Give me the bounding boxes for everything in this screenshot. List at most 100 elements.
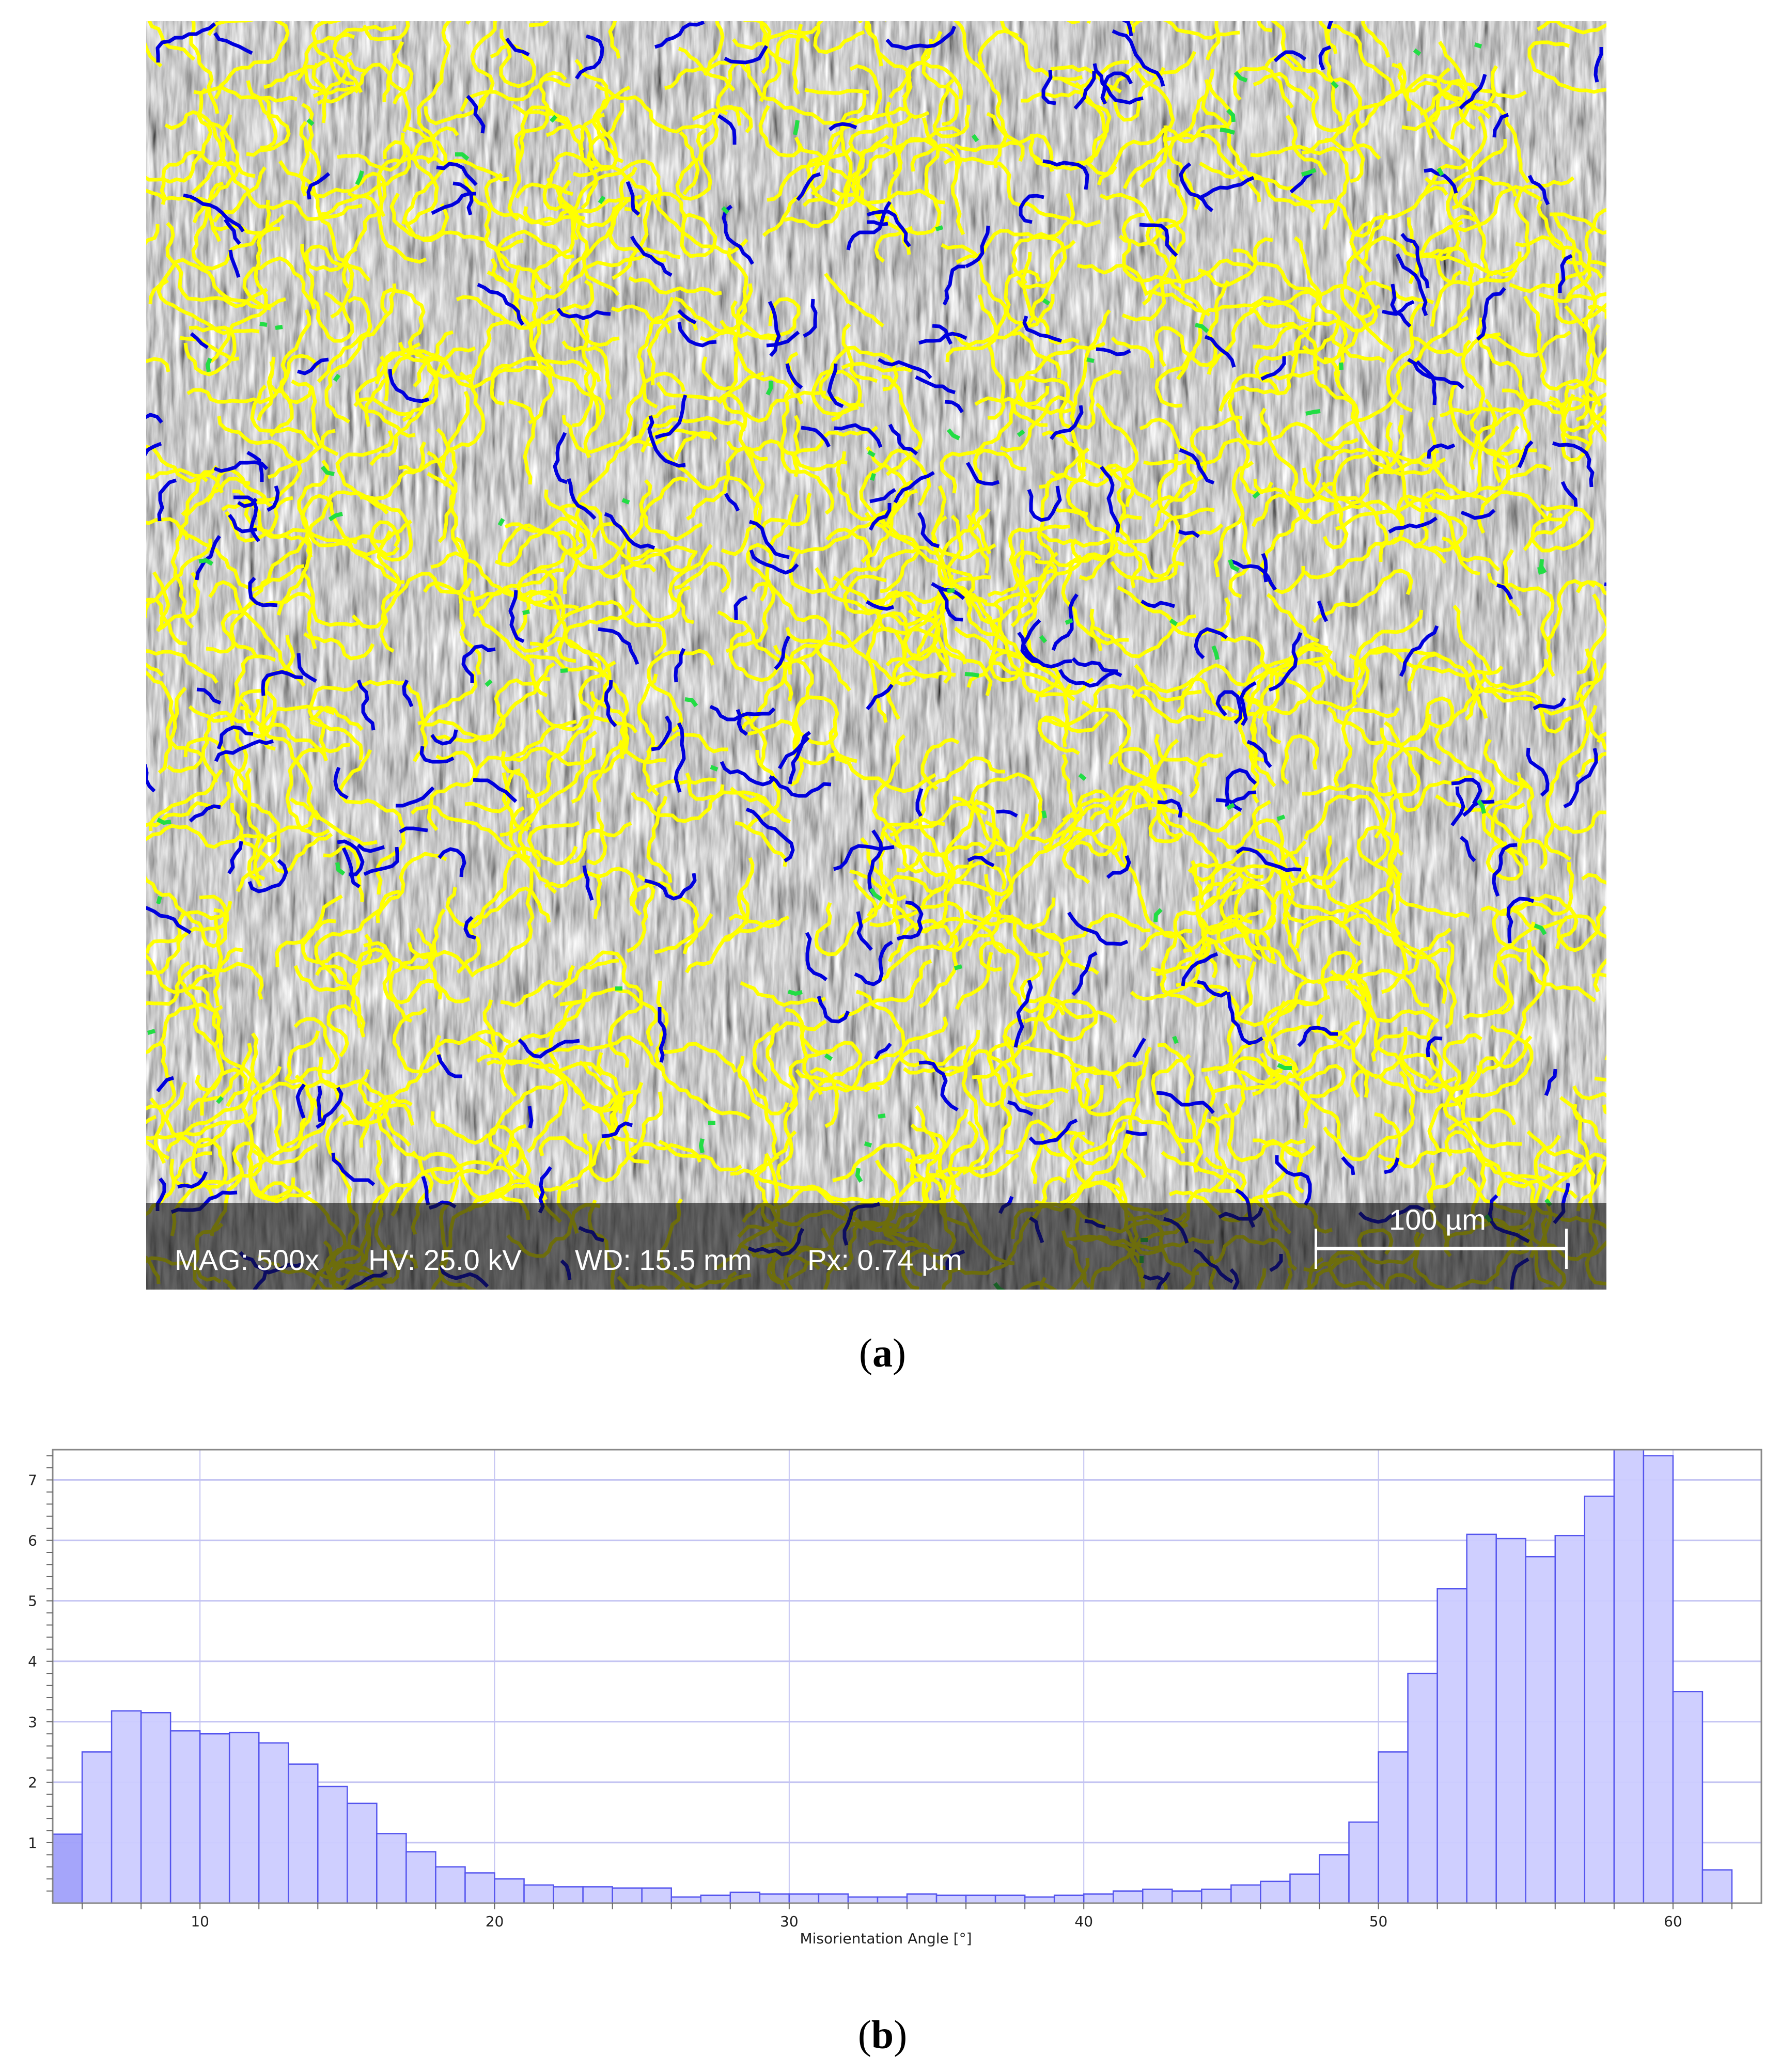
voltage-label: HV: 25.0 kV — [368, 1244, 522, 1276]
caption-a-letter: a — [872, 1330, 893, 1375]
histogram-bar — [612, 1887, 643, 1904]
other-boundary — [699, 1138, 705, 1153]
histogram-bar — [435, 1866, 466, 1904]
other-boundary — [621, 498, 630, 505]
histogram-bar — [228, 1732, 260, 1904]
low-angle-boundary — [527, 1106, 534, 1128]
scale-bar-left-tick — [1315, 1229, 1317, 1269]
histogram-bar — [288, 1763, 319, 1904]
histogram-bar — [347, 1802, 378, 1904]
histogram-bar — [111, 1710, 142, 1904]
histogram-bar — [317, 1785, 348, 1904]
pixel-size-label: Px: 0.74 µm — [807, 1244, 962, 1276]
histogram-bar — [1112, 1890, 1144, 1904]
micrograph-image — [146, 21, 1606, 1290]
histogram-bar — [81, 1751, 113, 1904]
histogram-bar — [1348, 1821, 1379, 1904]
other-boundary — [878, 1113, 886, 1119]
other-boundary — [954, 964, 963, 970]
histogram-bar — [405, 1851, 436, 1904]
histogram-bar — [1554, 1534, 1586, 1904]
histogram-bar — [1289, 1873, 1320, 1904]
histogram-bar — [1584, 1495, 1615, 1904]
other-boundary — [1065, 618, 1073, 625]
other-boundary — [1172, 1035, 1179, 1044]
histogram-bar — [464, 1872, 495, 1904]
histogram-bar — [1053, 1894, 1085, 1904]
misorientation-histogram: 10 20 30 40 50 60 1 2 3 4 5 6 7 Misorientation Angle… — [28, 1449, 1762, 1947]
histogram-bar — [906, 1893, 938, 1904]
histogram-bar — [1378, 1751, 1409, 1904]
histogram-bar — [935, 1894, 967, 1904]
other-boundary — [870, 473, 876, 481]
low-angle-boundary — [316, 1086, 322, 1122]
histogram-bar — [1024, 1896, 1055, 1904]
x-tick-label: 10 — [191, 1913, 209, 1930]
histogram-bar — [1230, 1884, 1261, 1904]
scale-bar — [1316, 1247, 1567, 1250]
histogram-bar — [994, 1894, 1026, 1904]
other-boundary — [793, 120, 800, 135]
y-tick-label: 3 — [28, 1714, 37, 1731]
other-boundary — [259, 322, 268, 327]
histogram-bar — [1319, 1854, 1350, 1904]
histogram-bar — [52, 1833, 83, 1904]
histogram-bar — [877, 1896, 908, 1904]
histogram-bar — [199, 1733, 230, 1904]
x-tick-label: 50 — [1369, 1913, 1388, 1930]
histogram-bar — [759, 1893, 790, 1904]
histogram-bar — [258, 1742, 289, 1904]
magnification-label: MAG: 500x — [175, 1244, 320, 1276]
histogram-bar — [965, 1894, 996, 1904]
caption-b: (b) — [857, 2012, 908, 2057]
histogram-bar — [1613, 1449, 1645, 1904]
caption-b-letter: b — [871, 2012, 894, 2057]
ebsd-boundary-map: MAG: 500x HV: 25.0 kV WD: 15.5 mm Px: 0.… — [146, 21, 1606, 1290]
histogram-bar — [1142, 1888, 1173, 1904]
other-boundary — [787, 990, 803, 996]
histogram-bar — [670, 1896, 702, 1904]
histogram-bar — [1436, 1588, 1467, 1904]
other-boundary — [1276, 814, 1286, 821]
histogram-bar — [788, 1893, 820, 1904]
y-tick-label: 2 — [28, 1774, 37, 1791]
other-boundary — [1474, 42, 1482, 49]
histogram-bar — [1407, 1672, 1438, 1904]
x-axis-label: Misorientation Angle [°] — [800, 1930, 972, 1947]
y-tick-label: 6 — [28, 1532, 37, 1549]
histogram-bar — [1643, 1455, 1674, 1904]
caption-a: (a) — [859, 1330, 906, 1375]
histogram-bar — [1201, 1888, 1232, 1904]
histogram-bar — [523, 1884, 554, 1904]
histogram-bar — [1260, 1880, 1291, 1904]
other-boundary — [156, 896, 162, 905]
scale-bar-right-tick — [1565, 1229, 1568, 1269]
other-boundary — [1086, 357, 1095, 363]
histogram-bar — [494, 1878, 525, 1904]
histogram-bar — [847, 1896, 879, 1904]
working-distance-label: WD: 15.5 mm — [575, 1244, 752, 1276]
other-boundary — [947, 588, 955, 593]
histogram-bar — [1672, 1691, 1704, 1904]
y-tick-label: 5 — [28, 1593, 37, 1610]
histogram-bar — [553, 1886, 584, 1904]
histogram-bar — [700, 1894, 731, 1904]
scale-bar-label: 100 µm — [1389, 1203, 1486, 1236]
other-boundary — [1041, 810, 1047, 819]
histogram-bar — [1466, 1533, 1497, 1904]
y-tick-label: 4 — [28, 1653, 37, 1670]
histogram-bar — [729, 1891, 761, 1904]
other-boundary — [1305, 409, 1321, 416]
histogram-bar — [641, 1887, 672, 1904]
histogram-bar — [1172, 1890, 1202, 1904]
other-boundary — [560, 668, 568, 673]
histogram-bar — [1525, 1556, 1556, 1904]
x-tick-label: 20 — [486, 1913, 504, 1930]
histogram-bar — [140, 1712, 171, 1904]
histogram-bar — [376, 1833, 407, 1904]
histogram-bar — [1701, 1869, 1733, 1904]
histogram-bar — [1083, 1893, 1114, 1904]
other-boundary — [522, 609, 530, 615]
other-boundary — [964, 672, 979, 678]
other-boundary — [275, 325, 283, 330]
